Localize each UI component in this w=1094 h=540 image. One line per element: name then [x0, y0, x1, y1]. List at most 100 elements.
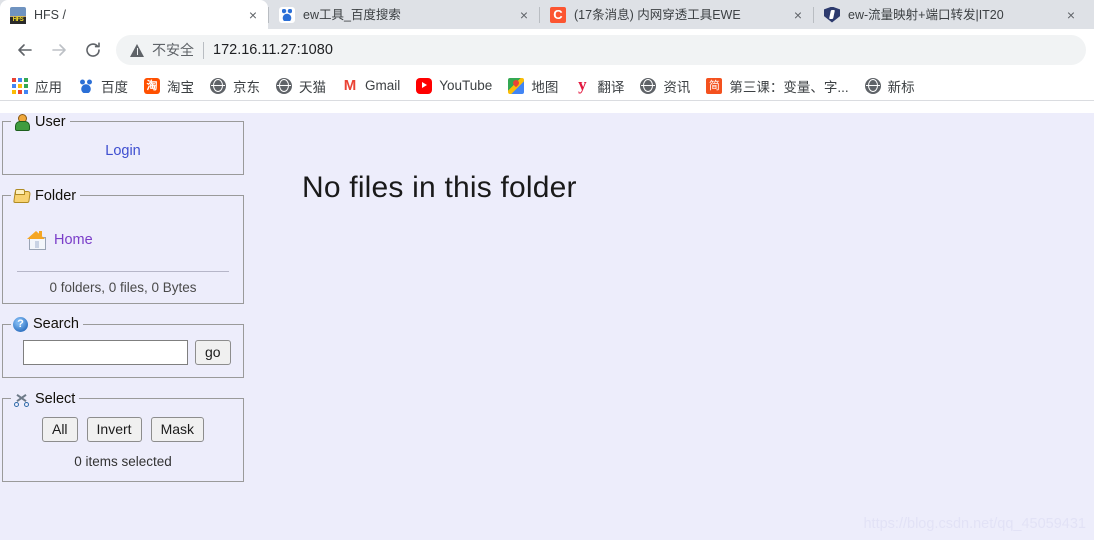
bookmark-label: 应用 — [35, 79, 62, 95]
csdn-icon: C — [550, 6, 566, 23]
bookmark-maps[interactable]: 地图 — [500, 73, 566, 99]
shield-icon — [824, 6, 840, 23]
bookmark-gmail[interactable]: Gmail — [334, 75, 408, 97]
folder-icon — [13, 187, 30, 204]
select-mask-button[interactable]: Mask — [150, 417, 205, 442]
omnibox-divider — [203, 41, 204, 59]
search-row: go — [11, 336, 235, 369]
watermark: https://blog.csdn.net/qq_45059431 — [863, 516, 1086, 532]
bookmark-label: Gmail — [365, 78, 401, 93]
hfs-icon — [10, 6, 26, 24]
back-arrow-icon — [18, 44, 32, 56]
baidu-icon — [279, 6, 295, 23]
tab-close-icon[interactable]: × — [244, 6, 262, 24]
hfs-content-area: No files in this folder https://blog.csd… — [252, 113, 1094, 540]
bookmark-taobao[interactable]: 淘 淘宝 — [136, 73, 202, 99]
search-panel-legend: Search — [11, 316, 83, 332]
folder-home-row[interactable]: Home — [11, 208, 235, 250]
search-panel-title: Search — [33, 316, 79, 332]
user-panel-body: Login — [11, 134, 235, 166]
tab-title: ew-流量映射+端口转发|IT20 — [848, 7, 1004, 22]
bookmark-news[interactable]: 资讯 — [632, 73, 698, 99]
folder-panel-divider — [17, 271, 229, 272]
globe-icon — [864, 77, 881, 94]
tab-close-icon[interactable]: × — [789, 6, 807, 24]
user-panel-legend: User — [11, 113, 70, 131]
user-icon — [13, 113, 30, 131]
browser-tab-ew-article[interactable]: ew-流量映射+端口转发|IT20 × — [814, 0, 1086, 29]
security-label: 不安全 — [152, 42, 194, 58]
folder-panel-title: Folder — [35, 187, 77, 204]
tab-close-icon[interactable]: × — [515, 6, 533, 24]
globe-icon — [640, 77, 657, 94]
empty-folder-message: No files in this folder — [302, 171, 577, 204]
browser-tab-csdn[interactable]: C (17条消息) 内网穿透工具EWE × — [540, 0, 813, 29]
url-host: 172.16.11.27 — [213, 42, 297, 58]
bookmark-baidu[interactable]: 百度 — [70, 73, 136, 99]
hfs-page: User Login Folder Home 0 folders, 0 file… — [0, 113, 1094, 540]
bookmark-label: YouTube — [439, 78, 493, 93]
bookmark-translate[interactable]: 翻译 — [566, 73, 632, 99]
folder-panel: Folder Home 0 folders, 0 files, 0 Bytes — [2, 187, 244, 304]
browser-toolbar: 不安全 172.16.11.27:1080 — [0, 29, 1094, 71]
folder-panel-legend: Folder — [11, 187, 80, 204]
search-input[interactable] — [23, 340, 188, 365]
youdao-icon — [574, 75, 590, 95]
url-port: :1080 — [296, 42, 333, 58]
tab-title: ew工具_百度搜索 — [303, 7, 401, 22]
select-panel: Select All Invert Mask 0 items selected — [2, 390, 244, 482]
select-buttons-row: All Invert Mask — [11, 411, 235, 454]
bookmark-label: 新标 — [887, 79, 915, 95]
forward-arrow-icon — [52, 44, 66, 56]
globe-icon — [276, 77, 292, 94]
forward-button[interactable] — [42, 33, 76, 67]
maps-icon — [508, 77, 525, 94]
home-icon — [27, 230, 46, 250]
bookmark-lesson-three[interactable]: 简 第三课：变量、字... — [698, 73, 856, 99]
youtube-icon — [416, 77, 433, 94]
not-secure-warning-icon — [130, 43, 145, 57]
reload-icon — [86, 42, 100, 57]
select-panel-title: Select — [35, 390, 76, 407]
taobao-icon: 淘 — [144, 77, 160, 94]
tab-close-icon[interactable]: × — [1062, 6, 1080, 24]
help-icon[interactable] — [13, 316, 28, 332]
bookmark-new-tab[interactable]: 新标 — [857, 73, 923, 99]
back-button[interactable] — [8, 33, 42, 67]
bookmark-label: 京东 — [233, 79, 260, 95]
browser-tab-hfs[interactable]: HFS / × — [0, 0, 268, 29]
home-link[interactable]: Home — [54, 232, 93, 248]
search-go-button[interactable]: go — [195, 340, 231, 365]
jianshu-icon: 简 — [706, 77, 723, 94]
apps-grid-icon — [12, 77, 28, 94]
hfs-sidebar: User Login Folder Home 0 folders, 0 file… — [0, 113, 252, 494]
address-bar[interactable]: 不安全 172.16.11.27:1080 — [116, 35, 1086, 65]
user-panel: User Login — [2, 113, 244, 175]
bookmark-youtube[interactable]: YouTube — [408, 75, 500, 97]
baidu-icon — [78, 78, 94, 94]
tab-title: (17条消息) 内网穿透工具EWE — [574, 7, 741, 22]
folder-stats: 0 folders, 0 files, 0 Bytes — [49, 280, 197, 295]
browser-window: HFS / × ew工具_百度搜索 × C (17条消息) 内网穿透工具EWE … — [0, 0, 1094, 540]
scissors-icon — [13, 390, 30, 407]
bookmark-label: 淘宝 — [167, 79, 194, 95]
login-link[interactable]: Login — [105, 143, 140, 159]
globe-icon — [210, 77, 226, 94]
bookmarks-bar: 应用 百度 淘 淘宝 京东 天猫 Gmail YouTube 地图 — [0, 71, 1094, 101]
gmail-icon — [342, 78, 358, 94]
bookmark-label: 天猫 — [299, 79, 326, 95]
browser-tab-baidu[interactable]: ew工具_百度搜索 × — [269, 0, 539, 29]
bookmark-apps[interactable]: 应用 — [4, 73, 70, 99]
bookmark-label: 第三课：变量、字... — [729, 79, 849, 95]
bookmark-label: 翻译 — [597, 79, 625, 95]
select-panel-legend: Select — [11, 390, 79, 407]
reload-button[interactable] — [76, 33, 110, 67]
bookmark-tmall[interactable]: 天猫 — [268, 73, 334, 99]
select-all-button[interactable]: All — [41, 417, 78, 442]
tab-title: HFS / — [34, 7, 66, 22]
select-invert-button[interactable]: Invert — [86, 417, 142, 442]
bookmark-jd[interactable]: 京东 — [202, 73, 268, 99]
bookmark-label: 百度 — [101, 79, 128, 95]
bookmark-label: 资讯 — [663, 79, 691, 95]
selected-items-count: 0 items selected — [74, 454, 172, 469]
